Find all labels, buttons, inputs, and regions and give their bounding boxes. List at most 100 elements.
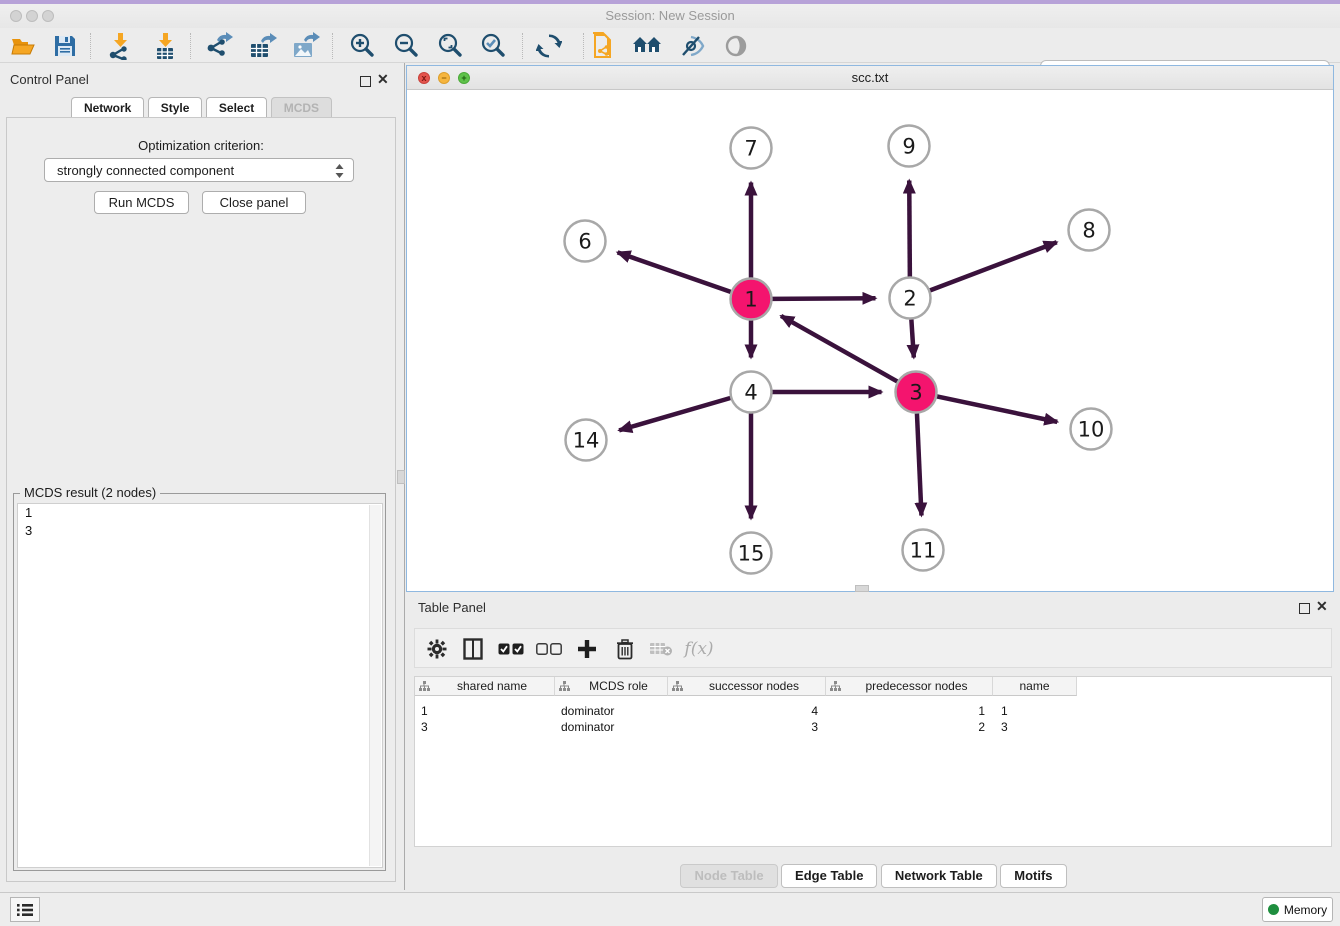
control-panel-title: Control Panel — [10, 72, 89, 87]
cell-name[interactable]: 1 — [1001, 703, 1071, 719]
gear-icon[interactable] — [421, 633, 453, 665]
network-graph: 7968124314101511 — [407, 91, 1333, 591]
mcds-result-item[interactable]: 1 — [18, 504, 382, 522]
table-panel-float-icon[interactable] — [1299, 601, 1310, 619]
cell-predecessor-nodes[interactable]: 2 — [826, 719, 985, 735]
tab-motifs[interactable]: Motifs — [1000, 864, 1066, 888]
refresh-view-icon[interactable] — [532, 31, 566, 61]
control-panel-close-icon[interactable]: ✕ — [377, 74, 389, 85]
import-table-icon[interactable] — [148, 31, 182, 61]
graph-node-label-10: 10 — [1078, 417, 1105, 441]
cell-shared-name[interactable]: 3 — [421, 719, 549, 735]
preview-eye-icon[interactable] — [719, 31, 753, 61]
tree-icon — [672, 681, 683, 692]
tab-edge-table[interactable]: Edge Table — [781, 864, 877, 888]
cell-successor-nodes[interactable]: 3 — [668, 719, 818, 735]
table-panel-tabs: Node Table Edge Table Network Table Moti… — [406, 864, 1340, 888]
app-titlebar: Session: New Session — [0, 4, 1340, 28]
zoom-fit-icon[interactable] — [433, 31, 467, 61]
result-scrollbar[interactable] — [369, 505, 381, 866]
status-bar — [0, 892, 1340, 926]
graph-edge-4-14[interactable] — [619, 398, 730, 430]
deselect-all-columns-icon[interactable] — [533, 633, 565, 665]
graph-edge-2-8[interactable] — [930, 242, 1057, 290]
network-canvas[interactable]: 7968124314101511 — [407, 91, 1333, 591]
tab-network[interactable]: Network — [71, 97, 144, 119]
tab-mcds[interactable]: MCDS — [271, 97, 332, 119]
tree-icon — [559, 681, 570, 692]
hide-vizmapper-icon[interactable] — [674, 31, 708, 61]
cell-shared-name[interactable]: 1 — [421, 703, 549, 719]
toolbar-separator — [90, 33, 91, 59]
network-minimize-button[interactable]: − — [438, 72, 450, 84]
memory-status-icon — [1268, 904, 1279, 915]
window-zoom-button[interactable] — [42, 10, 54, 22]
open-network-file-icon[interactable] — [588, 31, 622, 61]
toolbar-separator — [522, 33, 523, 59]
graph-edge-3-10[interactable] — [937, 396, 1057, 421]
table-toolbar: f(x) — [414, 628, 1332, 668]
function-builder-icon[interactable]: f(x) — [683, 633, 715, 665]
graph-node-label-6: 6 — [578, 229, 591, 253]
cell-successor-nodes[interactable]: 4 — [668, 703, 818, 719]
network-close-button[interactable]: x — [418, 72, 430, 84]
graph-edge-2-3[interactable] — [911, 319, 913, 357]
export-table-icon[interactable] — [245, 31, 279, 61]
save-session-icon[interactable] — [48, 31, 82, 61]
window-minimize-button[interactable] — [26, 10, 38, 22]
column-header-name[interactable]: name — [993, 677, 1077, 696]
import-network-icon[interactable] — [103, 31, 137, 61]
column-header-mcds-role[interactable]: MCDS role — [555, 677, 668, 696]
home-icon[interactable] — [631, 31, 665, 61]
graph-edge-1-6[interactable] — [618, 252, 731, 292]
window-close-button[interactable] — [10, 10, 22, 22]
split-columns-icon[interactable] — [457, 633, 489, 665]
export-network-icon[interactable] — [201, 31, 235, 61]
tab-node-table[interactable]: Node Table — [680, 864, 777, 888]
delete-column-icon[interactable] — [609, 633, 641, 665]
app-title: Session: New Session — [0, 4, 1340, 28]
optimization-criterion-select[interactable]: strongly connected component — [44, 158, 354, 182]
network-window-titlebar: x − + scc.txt — [407, 66, 1333, 90]
mcds-result-item[interactable]: 3 — [18, 522, 382, 540]
table-panel-close-icon[interactable]: ✕ — [1316, 601, 1328, 612]
open-session-icon[interactable] — [6, 31, 40, 61]
cell-mcds-role[interactable]: dominator — [561, 719, 663, 735]
cell-mcds-role[interactable]: dominator — [561, 703, 663, 719]
zoom-selected-icon[interactable] — [476, 31, 510, 61]
network-zoom-button[interactable]: + — [458, 72, 470, 84]
tab-style[interactable]: Style — [148, 97, 203, 119]
select-all-columns-icon[interactable] — [495, 633, 527, 665]
graph-edge-3-11[interactable] — [917, 413, 922, 515]
run-mcds-button[interactable]: Run MCDS — [94, 191, 189, 214]
tab-select[interactable]: Select — [206, 97, 267, 119]
column-header-predecessor-nodes[interactable]: predecessor nodes — [826, 677, 993, 696]
graph-edge-1-2[interactable] — [772, 298, 875, 299]
column-header-shared-name[interactable]: shared name — [415, 677, 555, 696]
task-history-button[interactable] — [10, 897, 40, 922]
zoom-in-icon[interactable] — [345, 31, 379, 61]
delete-table-icon[interactable] — [645, 633, 677, 665]
control-panel-float-icon[interactable] — [360, 74, 371, 92]
graph-edge-2-9[interactable] — [909, 180, 910, 276]
horizontal-splitter-grip[interactable] — [855, 585, 869, 592]
graph-node-label-4: 4 — [744, 380, 757, 404]
add-column-icon[interactable] — [571, 633, 603, 665]
tree-icon — [419, 681, 430, 692]
close-panel-button[interactable]: Close panel — [202, 191, 306, 214]
cell-name[interactable]: 3 — [1001, 719, 1071, 735]
memory-button[interactable]: Memory — [1262, 897, 1333, 922]
graph-node-label-9: 9 — [902, 134, 915, 158]
export-image-icon[interactable] — [288, 31, 322, 61]
mcds-result-list[interactable]: 1 3 — [17, 503, 383, 868]
column-header-successor-nodes[interactable]: successor nodes — [668, 677, 826, 696]
control-panel-tabs: Network Style Select MCDS — [0, 97, 402, 119]
vertical-splitter-grip[interactable] — [397, 470, 405, 484]
graph-node-label-8: 8 — [1082, 218, 1095, 242]
graph-edge-3-1[interactable] — [781, 316, 897, 382]
zoom-out-icon[interactable] — [389, 31, 423, 61]
tab-network-table[interactable]: Network Table — [881, 864, 997, 888]
toolbar-separator — [332, 33, 333, 59]
cell-predecessor-nodes[interactable]: 1 — [826, 703, 985, 719]
optimization-criterion-value: strongly connected component — [57, 163, 234, 178]
